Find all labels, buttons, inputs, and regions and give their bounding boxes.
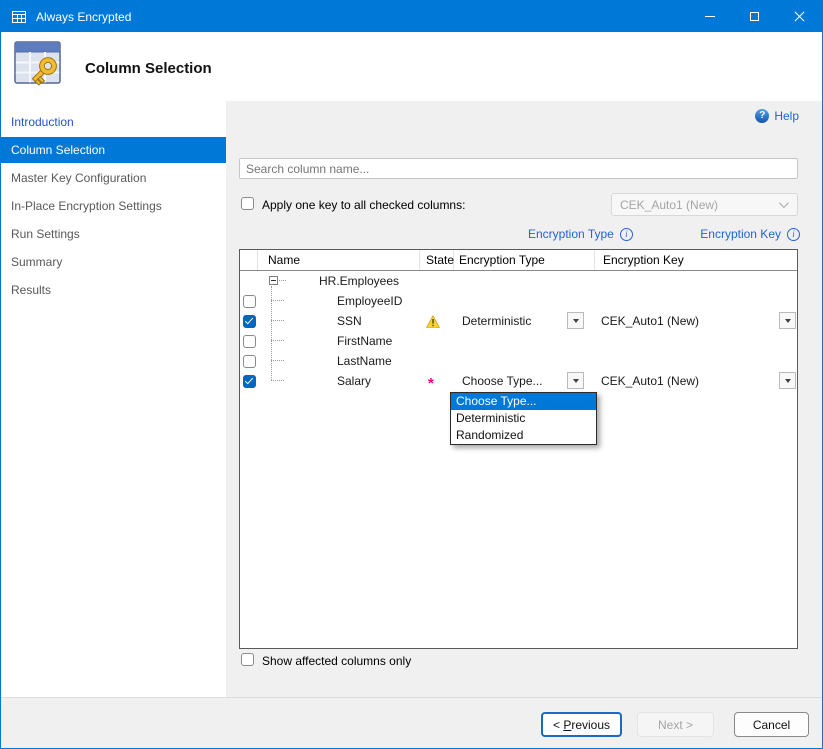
previous-label-rest: revious (571, 718, 610, 732)
encryption-key-link-label: Encryption Key (700, 227, 781, 241)
window-controls (687, 1, 822, 32)
encryption-type-dropdown-button[interactable] (567, 372, 584, 389)
wizard-footer: < Previous Next > Cancel (1, 697, 822, 749)
dropdown-arrow-icon (785, 379, 791, 383)
table-header-row: Name State Encryption Type Encryption Ke… (240, 250, 797, 271)
sidebar-item-in-place-encryption[interactable]: In-Place Encryption Settings (1, 193, 226, 219)
encryption-key-dropdown-button[interactable] (779, 372, 796, 389)
window-title: Always Encrypted (36, 10, 131, 24)
maximize-button[interactable] (732, 1, 777, 32)
tree-guide-line (271, 360, 284, 361)
close-button[interactable] (777, 1, 822, 32)
dropdown-arrow-icon (573, 319, 579, 323)
column-name: EmployeeID (337, 294, 402, 308)
row-checkbox[interactable] (243, 355, 256, 368)
dropdown-option-choose-type[interactable]: Choose Type... (451, 393, 596, 410)
info-icon[interactable]: i (787, 228, 800, 241)
encryption-key-value: CEK_Auto1 (New) (601, 374, 699, 388)
help-icon: ? (755, 109, 769, 123)
tree-guide-line (271, 320, 284, 321)
maximize-icon (750, 12, 759, 21)
dropdown-arrow-icon (573, 379, 579, 383)
column-header-encryption-type[interactable]: Encryption Type (454, 250, 595, 270)
encryption-type-open-dropdown: Choose Type... Deterministic Randomized (450, 392, 597, 445)
wizard-header: Column Selection (1, 32, 822, 101)
search-input[interactable] (239, 158, 798, 179)
column-header-name[interactable]: Name (258, 250, 420, 270)
sidebar-item-run-settings[interactable]: Run Settings (1, 221, 226, 247)
tree-guide-line (279, 280, 286, 281)
minimize-icon (705, 16, 715, 17)
encryption-key-value: CEK_Auto1 (New) (601, 314, 699, 328)
cancel-label: Cancel (753, 718, 790, 732)
warning-icon (426, 315, 440, 328)
sidebar-item-introduction[interactable]: Introduction (1, 109, 226, 135)
next-label: Next > (658, 718, 693, 732)
page-title: Column Selection (85, 60, 212, 77)
column-name: Salary (337, 374, 371, 388)
encryption-type-value: Choose Type... (462, 374, 543, 388)
table-row-ssn: SSN Deterministic CEK_Auto1 (Ne (240, 311, 797, 331)
encryption-type-link[interactable]: Encryption Type i (528, 227, 633, 241)
tree-guide-line (271, 380, 284, 381)
row-checkbox[interactable] (243, 335, 256, 348)
show-affected-checkbox[interactable] (241, 653, 254, 666)
tree-guide-line (271, 300, 284, 301)
info-icon[interactable]: i (620, 228, 633, 241)
next-button: Next > (637, 712, 714, 737)
apply-one-key-checkbox[interactable] (241, 197, 254, 210)
encryption-type-dropdown-button[interactable] (567, 312, 584, 329)
app-icon (11, 9, 27, 25)
cancel-button[interactable]: Cancel (734, 712, 809, 737)
cek-combobox: CEK_Auto1 (New) (611, 193, 798, 216)
dropdown-option-randomized[interactable]: Randomized (451, 427, 596, 444)
table-row-employeeid: EmployeeID (240, 291, 797, 311)
sidebar-item-summary[interactable]: Summary (1, 249, 226, 275)
show-affected-label: Show affected columns only (262, 654, 411, 668)
encryption-key-dropdown-button[interactable] (779, 312, 796, 329)
column-name: LastName (337, 354, 392, 368)
sidebar-item-column-selection[interactable]: Column Selection (1, 137, 226, 163)
close-icon (794, 11, 805, 22)
wizard-steps-sidebar: Introduction Column Selection Master Key… (1, 101, 226, 697)
row-checkbox[interactable] (243, 295, 256, 308)
title-bar[interactable]: Always Encrypted (1, 1, 822, 32)
table-row-lastname: LastName (240, 351, 797, 371)
table-row-firstname: FirstName (240, 331, 797, 351)
minimize-button[interactable] (687, 1, 732, 32)
dropdown-option-deterministic[interactable]: Deterministic (451, 410, 596, 427)
column-header-encryption-key[interactable]: Encryption Key (595, 250, 797, 270)
column-selection-panel: ? Help Apply one key to all checked colu… (226, 101, 823, 697)
table-name: HR.Employees (319, 274, 399, 288)
always-encrypted-window: Always Encrypted (0, 0, 823, 749)
encryption-type-value: Deterministic (462, 314, 531, 328)
columns-table: Name State Encryption Type Encryption Ke… (239, 249, 798, 649)
sidebar-item-master-key-configuration[interactable]: Master Key Configuration (1, 165, 226, 191)
previous-label-prefix: < (553, 718, 563, 732)
encryption-type-link-label: Encryption Type (528, 227, 614, 241)
column-name: FirstName (337, 334, 392, 348)
chevron-down-icon (779, 198, 789, 208)
previous-button[interactable]: < Previous (541, 712, 622, 737)
row-checkbox[interactable] (243, 315, 256, 328)
required-asterisk-icon: * (428, 374, 434, 389)
dropdown-arrow-icon (785, 319, 791, 323)
sidebar-item-results[interactable]: Results (1, 277, 226, 303)
column-header-checkbox (240, 250, 258, 270)
table-key-icon (13, 39, 67, 98)
column-header-state[interactable]: State (420, 250, 454, 270)
help-link[interactable]: ? Help (755, 109, 799, 123)
help-label: Help (774, 109, 799, 123)
encryption-key-link[interactable]: Encryption Key i (700, 227, 800, 241)
apply-one-key-label: Apply one key to all checked columns: (262, 198, 465, 212)
table-row-salary: Salary * Choose Type... CEK_Auto1 (New) (240, 371, 797, 391)
cek-combobox-value: CEK_Auto1 (New) (620, 198, 718, 212)
tree-guide-line (271, 340, 284, 341)
table-row-hr-employees: HR.Employees (240, 271, 797, 291)
tree-collapse-toggle[interactable] (269, 276, 278, 285)
column-name: SSN (337, 314, 362, 328)
row-checkbox[interactable] (243, 375, 256, 388)
